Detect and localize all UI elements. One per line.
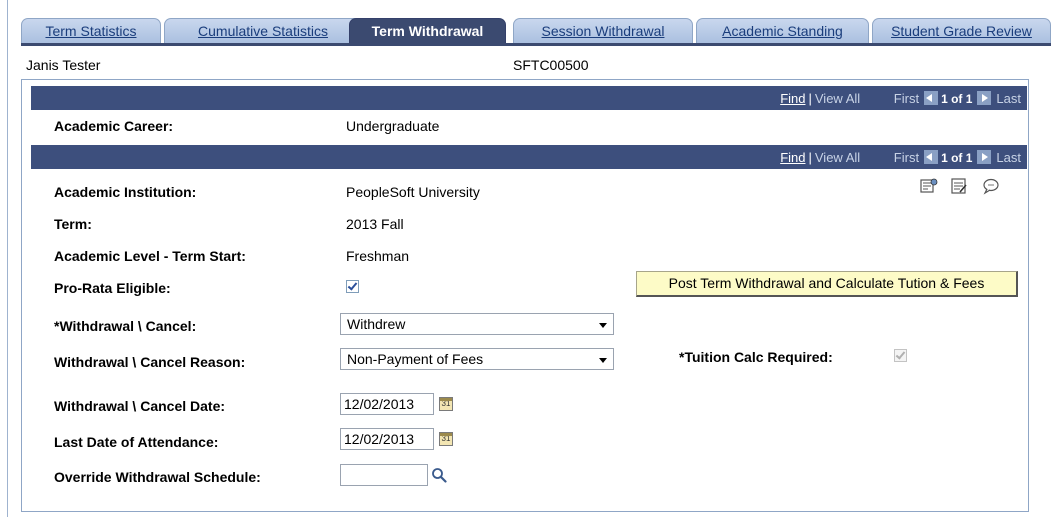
comment-bubble-icon[interactable] bbox=[982, 177, 1000, 195]
tab-session-withdrawal[interactable]: Session Withdrawal bbox=[513, 18, 693, 44]
academic-career-label: Academic Career: bbox=[54, 118, 174, 134]
row-count: 1 of 1 bbox=[941, 151, 973, 165]
withdrawal-reason-dropdown[interactable]: Non-Payment of Fees bbox=[340, 348, 614, 370]
tab-label: Term Statistics bbox=[45, 23, 137, 39]
term-label: Term: bbox=[54, 216, 92, 232]
nav-separator: | bbox=[808, 150, 812, 165]
calendar-icon[interactable]: 31 bbox=[439, 432, 453, 446]
tab-label: Cumulative Statistics bbox=[198, 23, 328, 39]
tab-underline bbox=[21, 43, 1051, 46]
tab-cumulative-statistics[interactable]: Cumulative Statistics bbox=[164, 18, 362, 44]
find-link[interactable]: Find bbox=[780, 150, 805, 165]
tab-label: Academic Standing bbox=[722, 23, 843, 39]
withdrawal-reason-label: Withdrawal \ Cancel Reason: bbox=[54, 354, 246, 370]
withdrawal-reason-selected: Non-Payment of Fees bbox=[347, 351, 484, 367]
first-link[interactable]: First bbox=[894, 150, 919, 165]
tab-academic-standing[interactable]: Academic Standing bbox=[696, 18, 869, 44]
last-link[interactable]: Last bbox=[996, 150, 1021, 165]
last-attendance-label: Last Date of Attendance: bbox=[54, 434, 219, 450]
academic-institution-value: PeopleSoft University bbox=[346, 184, 480, 200]
career-nav-controls: Find | View All First 1 of 1 Last bbox=[780, 91, 1021, 106]
term-value: 2013 Fall bbox=[346, 216, 404, 232]
previous-arrow-icon[interactable] bbox=[924, 150, 939, 164]
tab-label: Student Grade Review bbox=[891, 23, 1032, 39]
next-arrow-icon[interactable] bbox=[977, 91, 992, 105]
notepad-icon[interactable] bbox=[950, 177, 968, 195]
tab-term-withdrawal[interactable]: Term Withdrawal bbox=[349, 18, 506, 44]
tuition-calc-required-label: *Tuition Calc Required: bbox=[679, 349, 833, 365]
override-schedule-input[interactable] bbox=[340, 464, 428, 486]
first-link[interactable]: First bbox=[894, 91, 919, 106]
academic-level-value: Freshman bbox=[346, 248, 410, 264]
calendar-icon[interactable]: 31 bbox=[439, 397, 453, 411]
withdrawal-cancel-selected: Withdrew bbox=[347, 316, 406, 332]
left-border-line bbox=[7, 0, 8, 517]
academic-institution-label: Academic Institution: bbox=[54, 184, 197, 200]
tuition-calc-required-checkbox bbox=[894, 349, 907, 362]
tab-term-statistics[interactable]: Term Statistics bbox=[21, 18, 161, 44]
term-nav-controls: Find | View All First 1 of 1 Last bbox=[780, 150, 1021, 165]
student-name: Janis Tester bbox=[26, 57, 101, 73]
withdrawal-cancel-dropdown[interactable]: Withdrew bbox=[340, 313, 614, 335]
student-services-icon[interactable] bbox=[920, 177, 938, 195]
override-schedule-label: Override Withdrawal Schedule: bbox=[54, 469, 261, 485]
next-arrow-icon[interactable] bbox=[977, 150, 992, 164]
view-all-link[interactable]: View All bbox=[815, 91, 860, 106]
academic-level-label: Academic Level - Term Start: bbox=[54, 248, 246, 264]
withdrawal-cancel-label: *Withdrawal \ Cancel: bbox=[54, 318, 197, 334]
nav-separator: | bbox=[808, 91, 812, 106]
tab-label: Term Withdrawal bbox=[371, 23, 484, 39]
tab-label: Session Withdrawal bbox=[541, 23, 665, 39]
find-link[interactable]: Find bbox=[780, 91, 805, 106]
chevron-down-icon bbox=[599, 358, 607, 363]
last-attendance-input[interactable]: 12/02/2013 bbox=[340, 428, 434, 450]
academic-career-value: Undergraduate bbox=[346, 118, 440, 134]
pro-rata-eligible-checkbox[interactable] bbox=[346, 280, 359, 293]
pro-rata-eligible-label: Pro-Rata Eligible: bbox=[54, 280, 171, 296]
term-nav-bar: Find | View All First 1 of 1 Last bbox=[31, 145, 1027, 169]
career-nav-bar: Find | View All First 1 of 1 Last bbox=[31, 86, 1027, 110]
chevron-down-icon bbox=[599, 323, 607, 328]
last-link[interactable]: Last bbox=[996, 91, 1021, 106]
row-count: 1 of 1 bbox=[941, 92, 973, 106]
view-all-link[interactable]: View All bbox=[815, 150, 860, 165]
tab-student-grade-review[interactable]: Student Grade Review bbox=[872, 18, 1051, 44]
previous-arrow-icon[interactable] bbox=[924, 91, 939, 105]
withdrawal-date-label: Withdrawal \ Cancel Date: bbox=[54, 398, 226, 414]
withdrawal-date-input[interactable]: 12/02/2013 bbox=[340, 393, 434, 415]
post-withdrawal-button[interactable]: Post Term Withdrawal and Calculate Tutio… bbox=[636, 271, 1018, 297]
search-icon[interactable] bbox=[431, 467, 447, 483]
student-id: SFTC00500 bbox=[513, 57, 589, 73]
